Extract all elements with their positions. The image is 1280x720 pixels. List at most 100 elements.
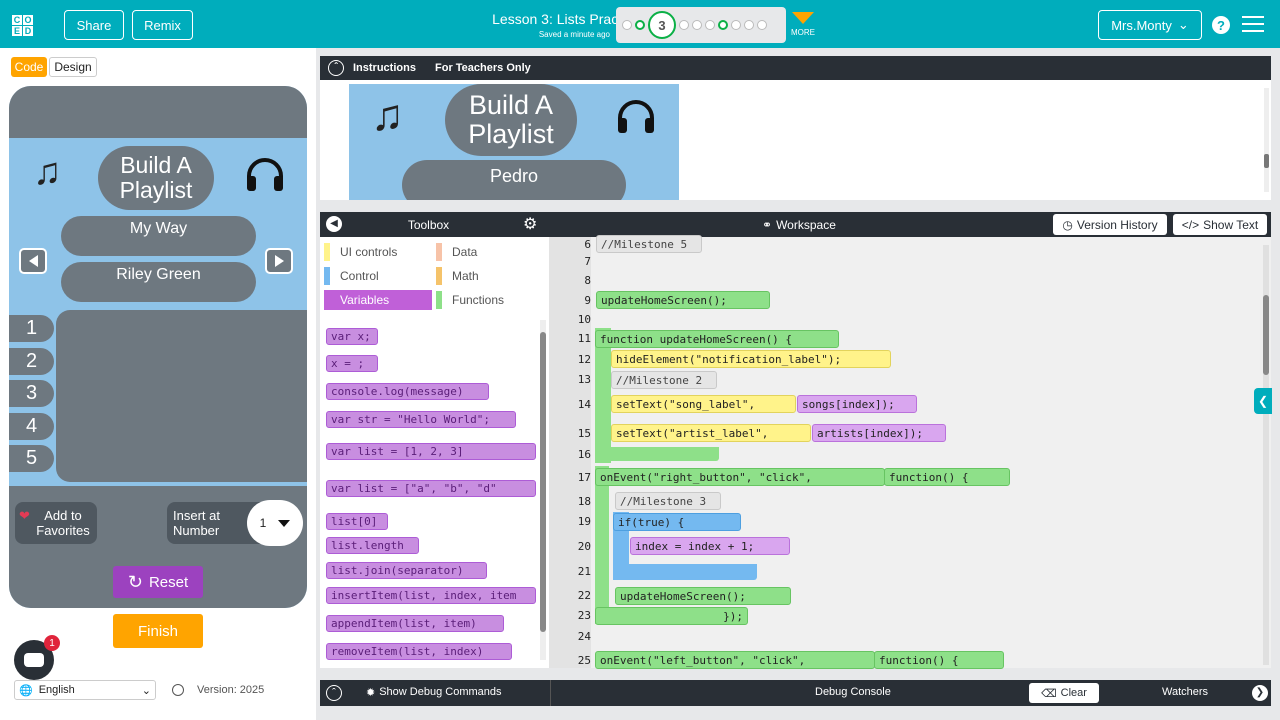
insert-number-dropdown[interactable]: 1: [247, 500, 303, 546]
comment-block[interactable]: //Milestone 2: [611, 371, 717, 389]
comment-block[interactable]: //Milestone 5: [596, 235, 702, 253]
headphones-icon: [618, 100, 654, 133]
toolbox-block[interactable]: removeItem(list, index): [326, 643, 512, 660]
level-bubble[interactable]: [622, 20, 632, 30]
toolbox-block[interactable]: var x;: [326, 328, 378, 345]
toolbox-block[interactable]: list[0]: [326, 513, 388, 530]
category-functions[interactable]: Functions: [436, 291, 544, 309]
triangle-right-icon: [274, 255, 284, 267]
toolbox-block[interactable]: x = ;: [326, 355, 378, 372]
tab-instructions[interactable]: Instructions: [353, 62, 416, 74]
divider: [550, 680, 551, 706]
user-menu[interactable]: Mrs.Monty ⌄: [1098, 10, 1202, 40]
workspace-scrollbar[interactable]: [1263, 245, 1269, 665]
link-icon: ⚭: [762, 218, 773, 232]
function-block[interactable]: function() {: [874, 651, 1004, 669]
copyright-icon[interactable]: [172, 684, 184, 696]
level-bubble[interactable]: [718, 20, 728, 30]
toolbox-block[interactable]: list.length: [326, 537, 419, 554]
list-access-block[interactable]: artists[index]);: [812, 424, 946, 442]
toolbox-categories: UI controls Data Control Math Variables …: [320, 237, 549, 312]
category-math[interactable]: Math: [436, 267, 544, 285]
code-mode-toggle[interactable]: Code: [11, 57, 47, 77]
toolbox-block[interactable]: insertItem(list, index, item: [326, 587, 536, 604]
category-variables[interactable]: Variables: [324, 290, 432, 310]
on-event-block[interactable]: onEvent("right_button", "click",: [595, 468, 885, 486]
expand-debug-icon[interactable]: ˆ: [326, 685, 342, 701]
on-event-block[interactable]: onEvent("left_button", "click",: [595, 651, 875, 669]
design-mode-toggle[interactable]: Design: [49, 57, 97, 77]
list-access-block[interactable]: songs[index]);: [797, 395, 917, 413]
toolbox-block[interactable]: appendItem(list, item): [326, 615, 504, 632]
toolbox-block[interactable]: var list = ["a", "b", "d": [326, 480, 536, 497]
right-button[interactable]: [265, 248, 293, 274]
share-button[interactable]: Share: [64, 10, 124, 40]
category-data[interactable]: Data: [436, 243, 544, 261]
chevron-down-icon: ⌄: [141, 684, 151, 697]
line-number: 7: [584, 255, 591, 268]
level-bubble[interactable]: [679, 20, 689, 30]
function-definition-block[interactable]: function updateHomeScreen() {: [595, 330, 839, 348]
toolbox-block[interactable]: console.log(message): [326, 383, 489, 400]
level-bubble[interactable]: [731, 20, 741, 30]
toolbox-block[interactable]: var list = [1, 2, 3]: [326, 443, 536, 460]
comment-block[interactable]: //Milestone 3: [615, 492, 721, 510]
number-button[interactable]: 5: [9, 445, 54, 472]
function-call-block[interactable]: updateHomeScreen();: [596, 291, 770, 309]
level-bubble[interactable]: [692, 20, 702, 30]
music-note-icon: ♫: [33, 151, 62, 193]
playlist-area: [56, 310, 307, 482]
lesson-title[interactable]: Lesson 3: Lists Practice: [440, 11, 640, 27]
hamburger-menu-icon[interactable]: [1242, 16, 1264, 32]
line-number: 15: [577, 427, 591, 440]
number-button[interactable]: 4: [9, 413, 54, 440]
category-control[interactable]: Control: [324, 267, 432, 285]
level-bubble[interactable]: [635, 20, 645, 30]
language-select[interactable]: 🌐 English ⌄: [14, 680, 156, 700]
category-ui-controls[interactable]: UI controls: [324, 243, 432, 261]
number-button[interactable]: 2: [9, 348, 54, 375]
more-levels-button[interactable]: MORE: [790, 12, 816, 37]
number-button[interactable]: 1: [9, 315, 54, 342]
show-text-button[interactable]: </> Show Text: [1173, 214, 1267, 235]
chevron-right-icon[interactable]: ❯: [1252, 685, 1268, 701]
chevron-left-icon[interactable]: ❮: [1254, 388, 1272, 414]
hide-element-block[interactable]: hideElement("notification_label");: [611, 350, 891, 368]
set-text-block[interactable]: setText("song_label",: [611, 395, 796, 413]
set-text-block[interactable]: setText("artist_label",: [611, 424, 811, 442]
gear-icon[interactable]: ⚙: [523, 214, 537, 234]
help-icon[interactable]: ?: [1212, 16, 1230, 34]
add-favorites-button[interactable]: ❤ Add to Favorites: [15, 502, 97, 544]
if-block[interactable]: if(true) {: [613, 513, 741, 531]
left-button[interactable]: [19, 248, 47, 274]
clear-button[interactable]: ⌫ Clear: [1029, 683, 1099, 703]
show-debug-commands[interactable]: ✹ Show Debug Commands: [366, 686, 502, 699]
watchers-label[interactable]: Watchers: [1162, 686, 1208, 698]
reset-button[interactable]: ↻ Reset: [113, 566, 203, 598]
instruction-image-name: Pedro: [402, 160, 626, 200]
toolbox-block[interactable]: list.join(separator): [326, 562, 487, 579]
remix-button[interactable]: Remix: [132, 10, 193, 40]
function-block[interactable]: function() {: [884, 468, 1010, 486]
code-logo[interactable]: C O E D: [12, 9, 44, 41]
event-block-end[interactable]: });: [595, 607, 748, 625]
current-level-bubble[interactable]: 3: [648, 11, 676, 39]
collapse-icon[interactable]: ˆ: [328, 60, 344, 76]
function-call-block[interactable]: updateHomeScreen();: [615, 587, 791, 605]
level-bubble[interactable]: [744, 20, 754, 30]
triangle-left-icon: [28, 255, 38, 267]
heart-icon: ❤: [19, 508, 30, 523]
tab-for-teachers[interactable]: For Teachers Only: [435, 62, 531, 74]
toolbox-block[interactable]: var str = "Hello World";: [326, 411, 516, 428]
finish-button[interactable]: Finish: [113, 614, 203, 648]
logo-letter: E: [12, 25, 22, 36]
level-bubble[interactable]: [705, 20, 715, 30]
version-history-button[interactable]: ◷ Version History: [1053, 214, 1167, 235]
number-button[interactable]: 3: [9, 380, 54, 407]
line-number: 6: [584, 238, 591, 251]
scrollbar[interactable]: [1264, 88, 1269, 192]
toolbox-scrollbar[interactable]: [540, 320, 546, 660]
level-bubble[interactable]: [757, 20, 767, 30]
line-number: 18: [577, 495, 591, 508]
assignment-block[interactable]: index = index + 1;: [630, 537, 790, 555]
